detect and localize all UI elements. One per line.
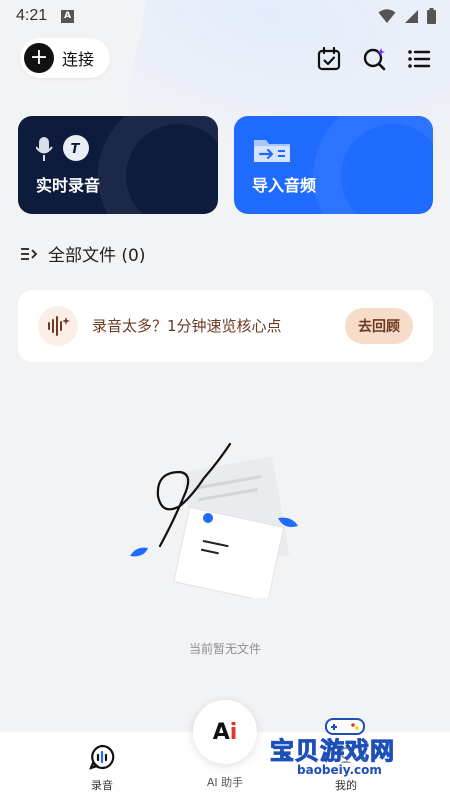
empty-state-text: 当前暂无文件: [188, 642, 261, 656]
card-decoration: [98, 116, 218, 214]
battery-icon: [427, 8, 436, 24]
site-watermark: 宝贝游戏网 baobeiy.com: [270, 715, 442, 795]
svg-text:T: T: [71, 142, 81, 157]
watermark-url: baobeiy.com: [294, 763, 385, 777]
status-icons: [378, 8, 436, 24]
ai-search-icon[interactable]: [362, 46, 388, 72]
ai-assistant-button[interactable]: Ai: [193, 700, 257, 764]
empty-files-illustration: [130, 442, 298, 598]
notification-icon: A: [61, 9, 75, 23]
go-review-button[interactable]: 去回顾: [345, 308, 413, 344]
ai-assistant-label: AI 助手: [206, 776, 244, 789]
voice-sparkle-icon: [38, 306, 78, 346]
status-time: 4:21: [16, 7, 48, 24]
import-audio-card[interactable]: 导入音频: [234, 116, 433, 214]
all-files-header[interactable]: 全部文件 (0): [20, 241, 145, 266]
signal-icon: [405, 9, 418, 23]
review-banner[interactable]: 录音太多？1分钟速览核心点 去回顾: [18, 290, 433, 362]
calendar-check-icon[interactable]: [316, 46, 342, 72]
wifi-icon: [378, 8, 396, 23]
realtime-record-card[interactable]: T 实时录音: [18, 116, 218, 214]
connect-button[interactable]: + 连接: [20, 38, 110, 78]
list-menu-icon[interactable]: [406, 46, 432, 72]
record-chat-icon: [89, 744, 115, 770]
plus-icon: +: [24, 43, 54, 73]
import-audio-label: 导入音频: [252, 176, 317, 195]
card-decoration: [313, 116, 433, 214]
review-banner-text: 录音太多？1分钟速览核心点: [92, 317, 282, 335]
realtime-record-label: 实时录音: [36, 176, 101, 195]
all-files-label: 全部文件 (0): [48, 246, 146, 266]
collapse-list-icon: [21, 247, 38, 260]
status-bar: 4:21 A: [0, 0, 450, 32]
connect-label: 连接: [62, 50, 95, 69]
watermark-title: 宝贝游戏网: [270, 737, 395, 766]
nav-record-label: 录音: [91, 779, 113, 792]
import-file-icon: [254, 140, 290, 162]
ai-logo-icon: Ai: [212, 719, 238, 745]
mic-transcribe-icon: T: [36, 135, 89, 161]
nav-tab-record[interactable]: 录音: [62, 744, 142, 793]
top-header: + 连接: [0, 38, 450, 82]
